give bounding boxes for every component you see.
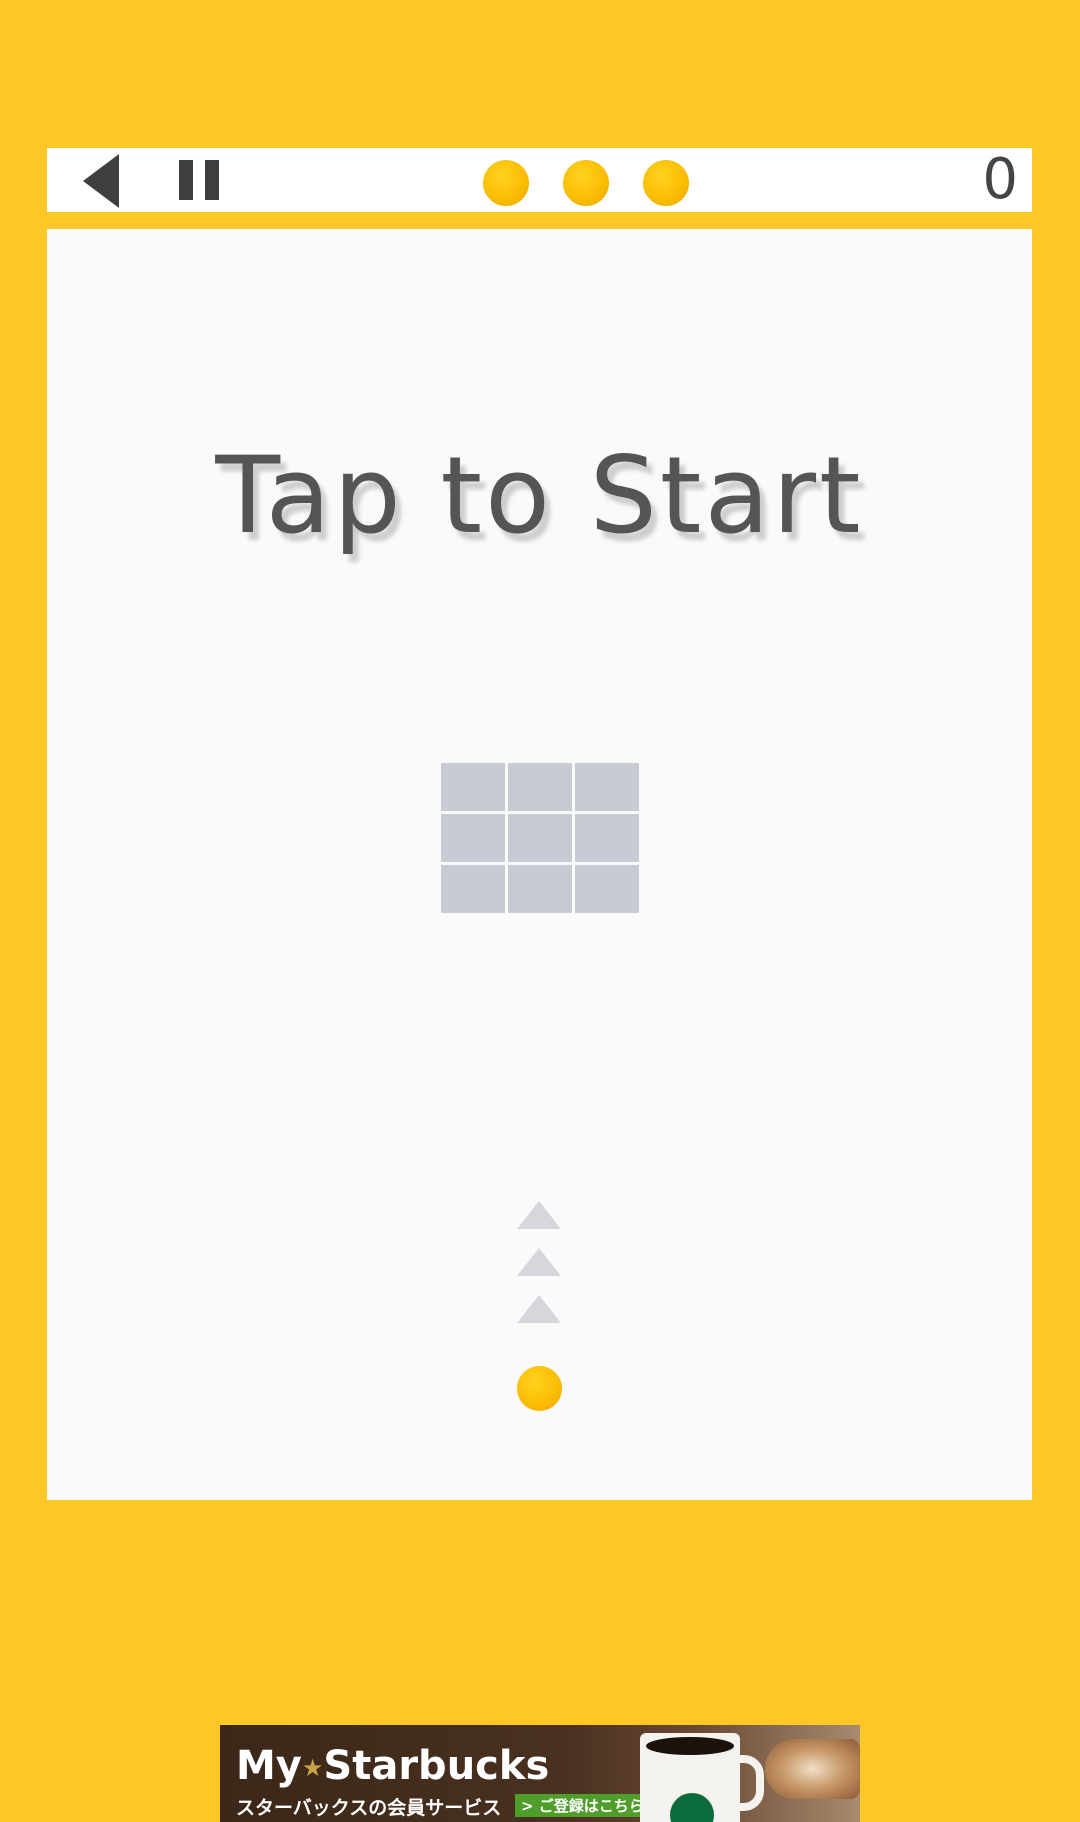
grid-cell: [508, 763, 572, 811]
grid-cell: [575, 865, 639, 913]
up-arrow-icon: [517, 1248, 561, 1276]
grid-cell: [508, 865, 572, 913]
pastry-image: [765, 1739, 860, 1799]
score-counter: 0: [982, 147, 1018, 212]
back-arrow-icon[interactable]: [79, 152, 127, 210]
grid-cell: [575, 814, 639, 862]
coffee-surface: [646, 1737, 734, 1755]
target-grid: [441, 763, 639, 913]
cup-handle: [732, 1755, 764, 1811]
life-ball-icon: [483, 160, 529, 206]
life-ball-icon: [643, 160, 689, 206]
up-arrow-icon: [517, 1295, 561, 1323]
player-ball-icon: [517, 1366, 562, 1411]
coffee-cup-image: [640, 1733, 764, 1822]
grid-cell: [575, 763, 639, 811]
game-board[interactable]: Tap to Start: [47, 229, 1032, 1500]
ad-banner[interactable]: My★Starbucks スターバックスの会員サービス > ご登録はこちら: [220, 1725, 860, 1822]
star-icon: ★: [301, 1754, 324, 1782]
up-arrow-icon: [517, 1201, 561, 1229]
starbucks-logo-icon: [670, 1793, 714, 1822]
ad-subtitle: スターバックスの会員サービス: [236, 1797, 502, 1819]
ad-title: My★Starbucks: [236, 1743, 549, 1789]
ad-signup-button[interactable]: > ご登録はこちら: [515, 1794, 650, 1817]
ad-title-starbucks: Starbucks: [323, 1743, 550, 1789]
grid-cell: [441, 814, 505, 862]
grid-cell: [441, 763, 505, 811]
pause-icon[interactable]: [177, 160, 223, 200]
life-ball-icon: [563, 160, 609, 206]
lives-indicator: [437, 160, 689, 206]
tap-to-start-prompt: Tap to Start: [215, 434, 864, 557]
ad-title-my: My: [236, 1743, 302, 1789]
grid-cell: [441, 865, 505, 913]
grid-cell: [508, 814, 572, 862]
top-bar: 0: [47, 148, 1032, 212]
